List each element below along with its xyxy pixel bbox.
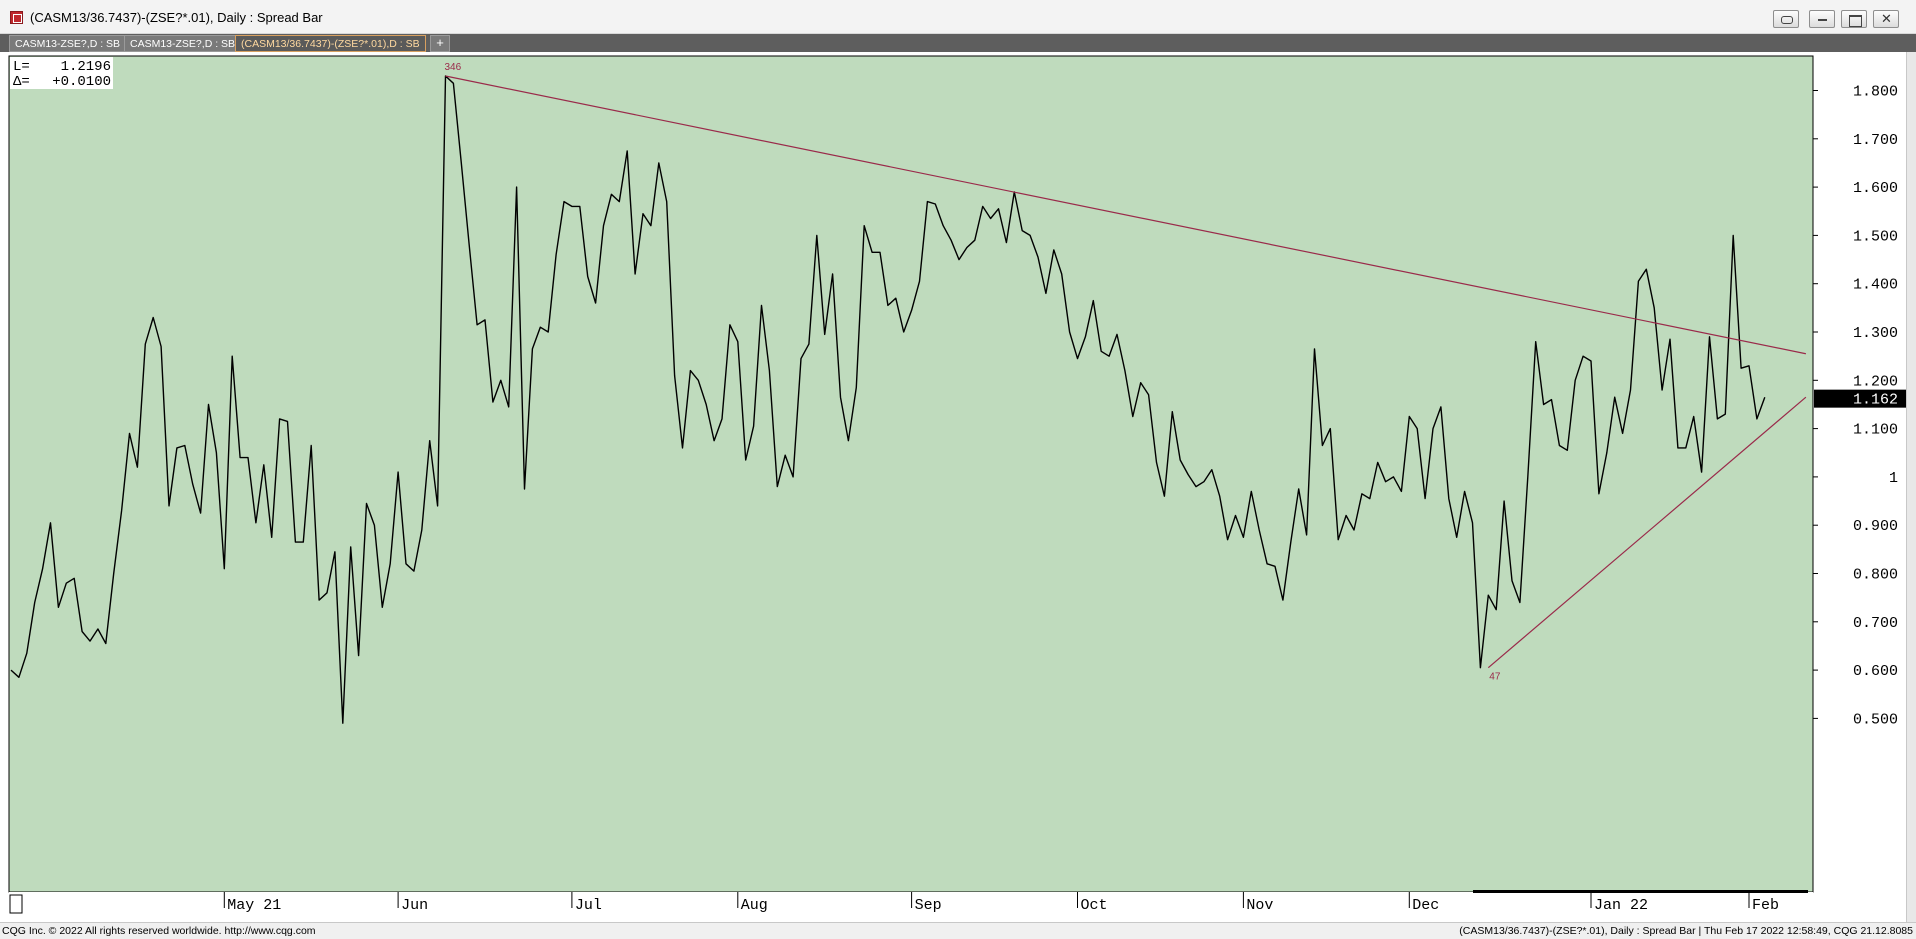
tab-spread-2[interactable]: CASM13-ZSE?,D : SB	[124, 35, 242, 52]
last-label: L=	[13, 59, 30, 75]
y-tick-label: 0.900	[1853, 518, 1898, 535]
y-tick-label: 1.800	[1853, 84, 1898, 101]
x-tick-label: Dec	[1412, 897, 1439, 914]
delta-label: Δ=	[13, 74, 30, 90]
price-axis[interactable]: 1.800 1.700 1.600 1.500 1.400 1.300 1.200 1.100…	[1813, 84, 1906, 729]
title-bar: (CASM13/36.7437)-(ZSE?*.01), Daily : Spr…	[0, 0, 1916, 34]
y-tick-label: 0.800	[1853, 567, 1898, 584]
x-tick-label: May 21	[227, 897, 281, 914]
minimize-button[interactable]	[1809, 10, 1835, 28]
tab-spread-1[interactable]: CASM13-ZSE?,D : SB	[9, 35, 127, 52]
current-price-label: 1.162	[1853, 392, 1898, 409]
y-tick-label: 1.700	[1853, 132, 1898, 149]
cqg-app-icon	[10, 11, 23, 24]
y-tick-label: 1	[1889, 470, 1898, 487]
y-tick-label: 0.600	[1853, 663, 1898, 680]
scroll-position-bar	[1473, 890, 1808, 893]
y-tick-label: 1.400	[1853, 277, 1898, 294]
add-tab-button[interactable]: +	[430, 35, 450, 52]
y-tick-label: 0.500	[1853, 711, 1898, 728]
delta-value: +0.0100	[52, 74, 111, 90]
y-tick-label: 1.300	[1853, 325, 1898, 342]
x-tick-label: Sep	[915, 897, 942, 914]
link-icon[interactable]	[1773, 10, 1799, 28]
y-tick-label: 1.500	[1853, 228, 1898, 245]
time-axis[interactable]: May 21 Jun Jul Aug Sep Oct Nov Dec Jan 22 Feb	[9, 890, 1813, 922]
high-marker-label: 346	[445, 62, 462, 73]
tab-spread-ratio[interactable]: (CASM13/36.7437)-(ZSE?*.01),D : SB	[235, 35, 426, 52]
x-tick-label: Aug	[741, 897, 768, 914]
close-button[interactable]	[1873, 10, 1899, 28]
x-tick-label: Jan 22	[1594, 897, 1648, 914]
status-info: (CASM13/36.7437)-(ZSE?*.01), Daily : Spr…	[1459, 925, 1913, 937]
scroll-handle	[9, 894, 23, 914]
copyright-text: CQG Inc. © 2022 All rights reserved worl…	[2, 925, 316, 937]
x-tick-label: Oct	[1081, 897, 1108, 914]
y-tick-label: 0.700	[1853, 615, 1898, 632]
last-value: 1.2196	[61, 59, 111, 75]
x-tick-label: Jun	[401, 897, 428, 914]
y-tick-label: 1.200	[1853, 373, 1898, 390]
chart-tab-bar: CASM13-ZSE?,D : SB CASM13-ZSE?,D : SB (C…	[0, 34, 1916, 52]
price-chart[interactable]: 346 47 1.800 1.700 1.600 1.500 1.400 1.300 1.20…	[0, 52, 1916, 922]
y-tick-label: 1.600	[1853, 180, 1898, 197]
window-title: (CASM13/36.7437)-(ZSE?*.01), Daily : Spr…	[30, 10, 323, 25]
low-marker-label: 47	[1489, 672, 1501, 683]
x-tick-label: Feb	[1752, 897, 1779, 914]
x-tick-label: Jul	[575, 897, 602, 914]
plot-background	[8, 55, 1814, 893]
status-bar: CQG Inc. © 2022 All rights reserved worl…	[0, 922, 1916, 939]
x-tick-label: Nov	[1246, 897, 1273, 914]
y-tick-label: 1.100	[1853, 422, 1898, 439]
maximize-button[interactable]	[1841, 10, 1867, 28]
